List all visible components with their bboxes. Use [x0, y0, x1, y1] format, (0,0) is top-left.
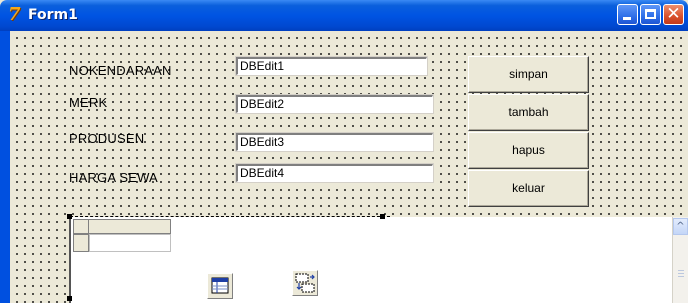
grid-corner-cell — [73, 219, 89, 234]
label-nokendaraan: NOKENDARAAN — [69, 63, 172, 78]
dbedit3-field[interactable]: DBEdit3 — [235, 132, 434, 152]
hapus-button[interactable]: hapus — [468, 132, 589, 169]
table-component[interactable] — [292, 270, 318, 296]
title-bar[interactable]: 7 Form1 ✕ — [0, 0, 688, 31]
grid-cell[interactable] — [89, 234, 171, 252]
table-component-icon — [295, 273, 315, 293]
selection-outline-left — [69, 216, 71, 303]
scroll-grip — [678, 273, 684, 274]
chevron-up-icon: ^ — [676, 221, 685, 232]
tambah-button[interactable]: tambah — [468, 94, 589, 131]
selection-outline — [70, 216, 390, 218]
maximize-icon — [645, 9, 656, 19]
close-icon: ✕ — [666, 4, 681, 24]
dbedit4-field[interactable]: DBEdit4 — [235, 163, 434, 183]
resize-handle[interactable] — [380, 214, 385, 219]
close-button[interactable]: ✕ — [663, 4, 684, 25]
label-produsen: PRODUSEN — [69, 131, 145, 146]
scroll-grip — [678, 276, 684, 277]
window-frame — [0, 31, 10, 303]
dbedit1-field[interactable]: DBEdit1 — [235, 56, 428, 76]
datasource-component[interactable] — [207, 273, 233, 299]
minimize-icon — [623, 17, 631, 20]
delphi-icon: 7 — [8, 4, 21, 25]
scroll-up-button[interactable]: ^ — [673, 218, 688, 235]
scroll-grip — [678, 270, 684, 271]
resize-handle[interactable] — [67, 296, 72, 301]
datasource-component-icon — [211, 277, 229, 294]
label-merk: MERK — [69, 95, 108, 110]
grid-row-indicator — [73, 234, 89, 252]
simpan-button[interactable]: simpan — [468, 56, 589, 93]
label-harga-sewa: HARGA SEWA — [69, 170, 158, 185]
minimize-button[interactable] — [617, 4, 638, 25]
resize-handle[interactable] — [67, 214, 72, 219]
dbedit2-field[interactable]: DBEdit2 — [235, 94, 434, 114]
maximize-button[interactable] — [640, 4, 661, 25]
form-window: 7 Form1 ✕ NOKENDARAAN MERK PRODUSEN HARG… — [0, 0, 688, 303]
window-title: Form1 — [28, 7, 78, 23]
keluar-button[interactable]: keluar — [468, 170, 589, 207]
